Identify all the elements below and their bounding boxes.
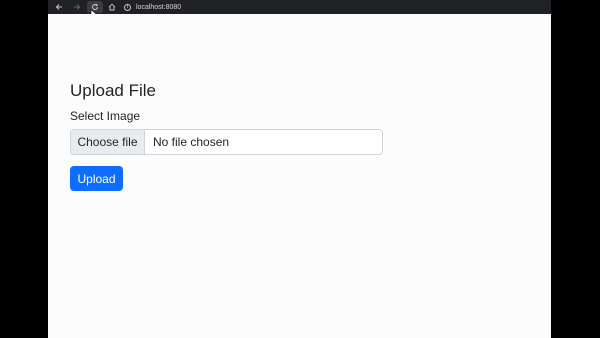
- browser-toolbar: i localhost:8080: [48, 0, 551, 14]
- arrow-left-icon: [55, 4, 62, 10]
- page-viewport: Upload File Select Image Choose file No …: [48, 14, 551, 338]
- home-icon: [108, 3, 116, 11]
- file-input[interactable]: Choose file No file chosen: [70, 129, 383, 155]
- back-button[interactable]: [51, 0, 67, 14]
- arrow-right-icon: [74, 4, 81, 10]
- info-icon[interactable]: i: [124, 3, 131, 11]
- file-status-text: No file chosen: [153, 135, 230, 149]
- page-title: Upload File: [70, 81, 156, 100]
- forward-button[interactable]: [69, 0, 85, 14]
- address-bar[interactable]: i localhost:8080: [124, 0, 181, 14]
- home-button[interactable]: [104, 0, 120, 14]
- select-image-label: Select Image: [70, 109, 141, 123]
- choose-file-button[interactable]: Choose file: [71, 130, 145, 154]
- url-text: localhost:8080: [136, 3, 182, 11]
- upload-button[interactable]: Upload: [70, 166, 123, 191]
- screen-frame: i localhost:8080 Upload File Select Imag…: [0, 0, 600, 338]
